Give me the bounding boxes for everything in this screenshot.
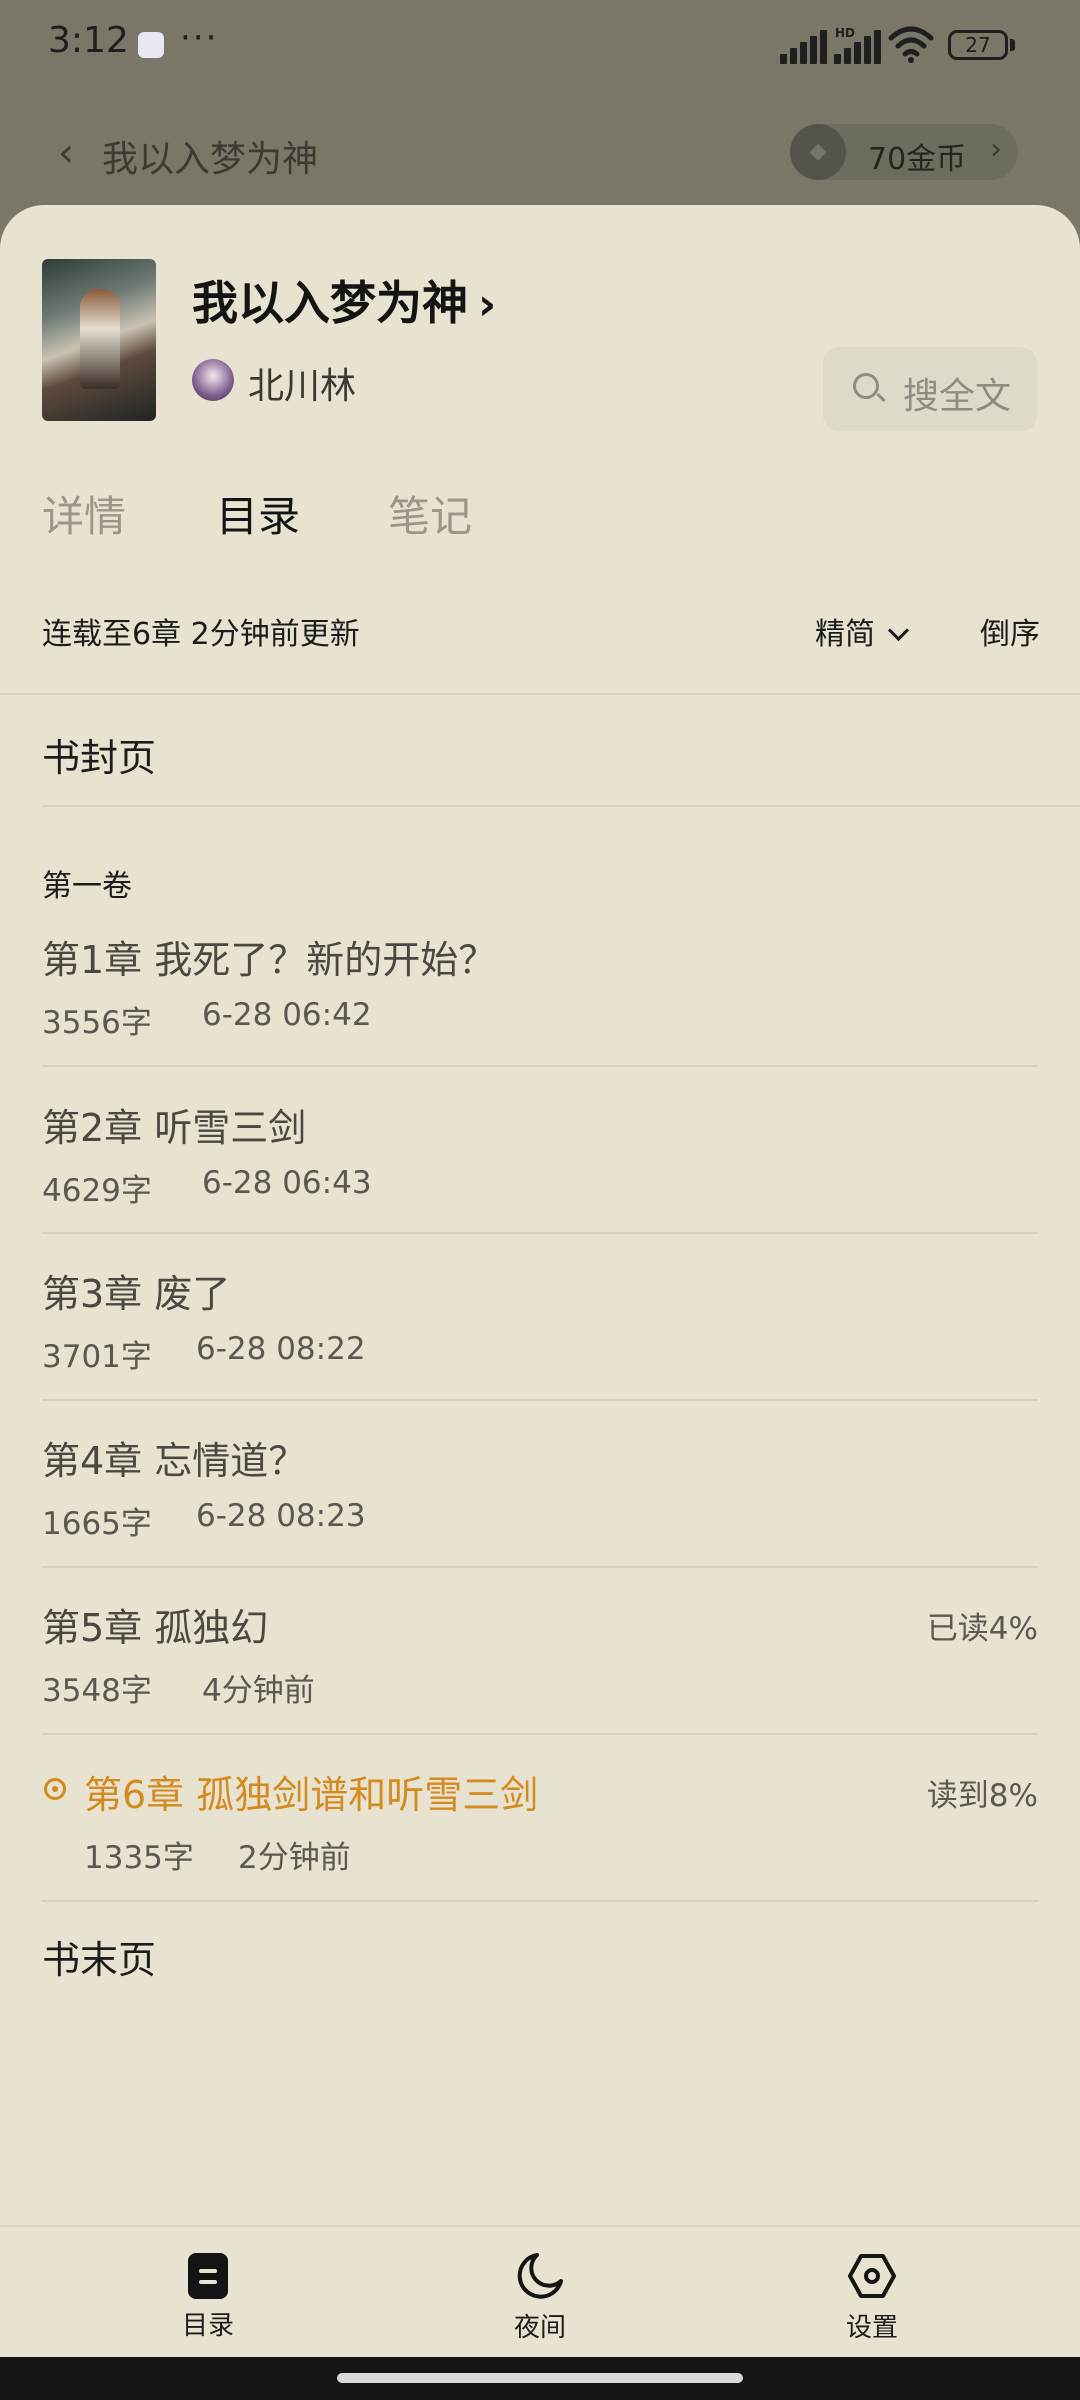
divider bbox=[42, 1566, 1038, 1568]
current-chapter-icon bbox=[44, 1778, 66, 1800]
nav-toc-label: 目录 bbox=[181, 2311, 234, 2341]
chapter-item-current[interactable]: 第6章 孤独剑谱和听雪三剑 读到8% 1335字 2分钟前 bbox=[0, 1764, 1080, 1930]
back-chevron-icon[interactable]: ‹ bbox=[58, 130, 74, 176]
chapter-title: 第1章 我死了？新的开始？ bbox=[42, 938, 497, 982]
chapter-title: 第6章 孤独剑谱和听雪三剑 bbox=[84, 1773, 539, 1817]
chapter-word-count: 1665字 bbox=[42, 1506, 152, 1542]
chevron-right-icon: › bbox=[478, 279, 497, 330]
battery-tip bbox=[1010, 39, 1015, 51]
chapter-title: 第3章 废了 bbox=[42, 1272, 231, 1316]
coin-icon: ◆ bbox=[790, 124, 846, 180]
divider bbox=[42, 805, 1080, 807]
chevron-down-icon bbox=[887, 619, 910, 642]
nav-night-label: 夜间 bbox=[513, 2313, 566, 2343]
signal-icon-2 bbox=[834, 26, 884, 64]
divider bbox=[42, 1399, 1038, 1401]
chapter-word-count: 1335字 bbox=[84, 1840, 194, 1876]
chapter-item[interactable]: 第4章 忘情道？ 1665字 6-28 08:23 bbox=[0, 1430, 1080, 1596]
variant-dropdown[interactable]: 精简 bbox=[815, 609, 910, 653]
cover-art bbox=[80, 289, 120, 389]
serial-status: 连载至6章 2分钟前更新 bbox=[42, 617, 360, 652]
chapter-title: 第5章 孤独幻 bbox=[42, 1606, 269, 1650]
chapter-item[interactable]: 第1章 我死了？新的开始？ 3556字 6-28 06:42 bbox=[0, 929, 1080, 1095]
chapter-title: 第4章 忘情道？ bbox=[42, 1439, 307, 1483]
end-page-item[interactable]: 书末页 bbox=[42, 1929, 156, 1984]
settings-icon bbox=[848, 2254, 896, 2298]
nav-toc-button[interactable]: 目录 bbox=[108, 2251, 308, 2342]
cover-page-item[interactable]: 书封页 bbox=[42, 727, 156, 782]
reverse-order-button[interactable]: 倒序 bbox=[980, 609, 1040, 653]
chapter-word-count: 4629字 bbox=[42, 1173, 152, 1209]
signal-icon bbox=[780, 26, 830, 64]
chapter-update-time: 2分钟前 bbox=[238, 1840, 351, 1876]
wifi-icon bbox=[888, 26, 934, 63]
chapter-update-time: 6-28 08:23 bbox=[196, 1498, 366, 1534]
chapter-update-time: 6-28 06:42 bbox=[202, 997, 372, 1033]
reader-book-title[interactable]: 我以入梦为神 bbox=[102, 130, 318, 182]
toc-icon bbox=[188, 2253, 228, 2299]
chapter-word-count: 3701字 bbox=[42, 1339, 152, 1375]
search-label: 搜全文 bbox=[903, 376, 1012, 417]
chapter-update-time: 6-28 08:22 bbox=[196, 1331, 366, 1367]
chapter-word-count: 3556字 bbox=[42, 1005, 152, 1041]
book-title-link[interactable]: 我以入梦为神 › bbox=[192, 267, 496, 333]
chapter-read-progress: 已读4% bbox=[926, 1611, 1038, 1647]
divider bbox=[42, 1900, 1038, 1902]
toc-sheet: 我以入梦为神 › 北川林 搜全文 详情 目录 笔记 连载至6章 2分钟前更新 精简… bbox=[0, 205, 1080, 2357]
reader-header: ‹ 我以入梦为神 ◆ 70金币 › bbox=[0, 90, 1080, 210]
chapter-item[interactable]: 第3章 废了 3701字 6-28 08:22 bbox=[0, 1263, 1080, 1429]
divider bbox=[0, 693, 1080, 695]
chapter-item[interactable]: 第5章 孤独幻 已读4% 3548字 4分钟前 bbox=[0, 1597, 1080, 1763]
more-notifications-icon: ··· bbox=[180, 18, 219, 58]
divider bbox=[42, 1733, 1038, 1735]
author-avatar[interactable] bbox=[192, 359, 234, 401]
status-bar: 3:12 ··· HD 27 bbox=[0, 0, 1080, 90]
moon-icon bbox=[517, 2253, 563, 2299]
tab-details[interactable]: 详情 bbox=[42, 483, 126, 544]
coin-balance-button[interactable]: ◆ 70金币 › bbox=[790, 124, 1018, 180]
search-full-text-button[interactable]: 搜全文 bbox=[823, 347, 1037, 431]
nav-settings-label: 设置 bbox=[845, 2313, 898, 2343]
variant-label: 精简 bbox=[815, 617, 875, 652]
chapter-title: 第2章 听雪三剑 bbox=[42, 1106, 307, 1150]
tab-notes[interactable]: 笔记 bbox=[388, 483, 472, 544]
app-notification-icon bbox=[138, 32, 164, 58]
nav-night-button[interactable]: 夜间 bbox=[440, 2251, 640, 2344]
battery-icon: 27 bbox=[948, 30, 1008, 60]
chapter-update-time: 4分钟前 bbox=[202, 1673, 315, 1709]
chapter-update-time: 6-28 06:43 bbox=[202, 1165, 372, 1201]
home-gesture-handle[interactable] bbox=[337, 2373, 743, 2383]
chapter-word-count: 3548字 bbox=[42, 1673, 152, 1709]
coin-balance: 70金币 bbox=[868, 142, 967, 177]
chapter-item[interactable]: 第2章 听雪三剑 4629字 6-28 06:43 bbox=[0, 1097, 1080, 1263]
chapter-read-progress: 读到8% bbox=[926, 1778, 1038, 1814]
bottom-toolbar: 目录 夜间 设置 bbox=[0, 2225, 1080, 2357]
volume-label: 第一卷 bbox=[42, 869, 132, 904]
nav-settings-button[interactable]: 设置 bbox=[772, 2251, 972, 2344]
tab-toc[interactable]: 目录 bbox=[216, 483, 300, 544]
system-navigation-bar bbox=[0, 2357, 1080, 2400]
divider bbox=[42, 1065, 1038, 1067]
search-icon bbox=[853, 373, 879, 399]
book-cover[interactable] bbox=[42, 259, 156, 421]
book-title: 我以入梦为神 bbox=[192, 276, 468, 330]
status-time: 3:12 bbox=[48, 20, 129, 61]
chevron-right-icon: › bbox=[990, 132, 1002, 167]
divider bbox=[42, 1232, 1038, 1234]
author-name[interactable]: 北川林 bbox=[248, 357, 356, 409]
